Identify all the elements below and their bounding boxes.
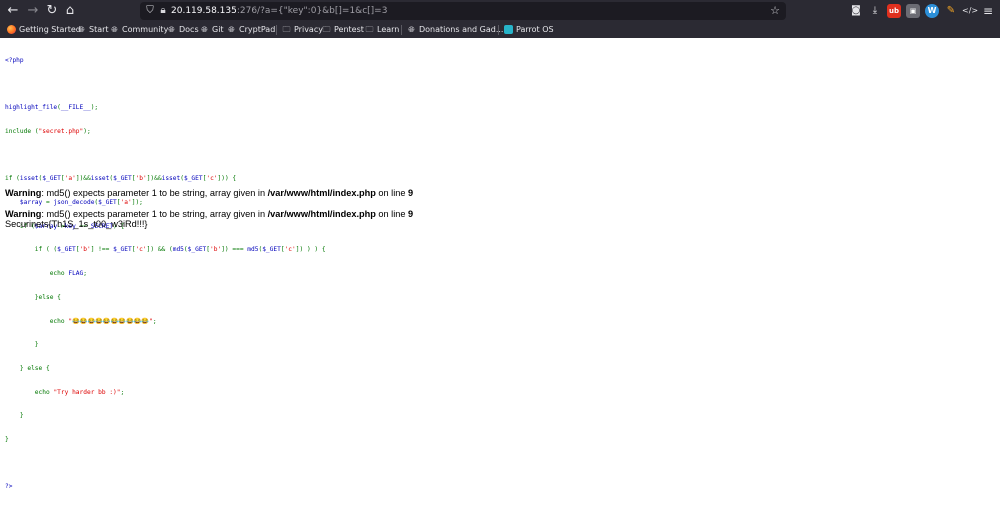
bookmark-label: Getting Started — [19, 25, 81, 34]
bookmark-cryptpad[interactable]: 🌐︎ CryptPad — [227, 22, 275, 37]
code-line: } — [5, 341, 39, 349]
globe-icon: 🌐︎ — [408, 25, 415, 34]
bookmark-label: Pentest — [334, 25, 364, 34]
php-source-code: <?php highlight_file(__FILE__); include … — [5, 41, 326, 507]
warning-line-number: 9 — [408, 209, 414, 219]
php-warning-1: Warning: md5() expects parameter 1 to be… — [5, 188, 413, 199]
code-line: ?> — [5, 483, 13, 491]
address-bar[interactable]: ⛉ 🔒︎ 20.119.58.135:276/?a={"key":0}&b[]=… — [140, 2, 786, 20]
warning-on-line: on line — [375, 209, 409, 219]
pocket-icon[interactable]: ◙ — [849, 4, 863, 18]
hamburger-menu-icon[interactable]: ≡ — [981, 4, 995, 18]
bookmark-label: Start — [89, 25, 109, 34]
browser-chrome: ← → ↻ ⌂ ⛉ 🔒︎ 20.119.58.135:276/?a={"key"… — [0, 0, 1000, 38]
edit-extension-icon[interactable]: ✎ — [944, 4, 958, 18]
warning-message: : md5() expects parameter 1 to be string… — [41, 209, 268, 219]
bookmark-git[interactable]: 🌐︎ Git — [200, 22, 224, 37]
globe-icon: 🌐︎ — [78, 25, 85, 34]
wappalyzer-extension-icon[interactable]: W — [925, 4, 939, 18]
folder-icon: 🗀︎ — [322, 25, 331, 34]
code-line: } else { — [5, 364, 50, 372]
warning-label: Warning — [5, 209, 42, 219]
code-line: echo "Try harder bb :)"; — [5, 388, 125, 396]
bookmark-separator — [498, 25, 499, 35]
bookmark-label: Parrot OS — [516, 25, 554, 34]
bookmark-getting-started[interactable]: Getting Started — [7, 22, 81, 37]
bookmark-label: Privacy — [294, 25, 323, 34]
download-icon[interactable]: ⤓ — [868, 4, 882, 18]
bookmark-folder-pentest[interactable]: 🗀︎ Pentest — [322, 22, 364, 37]
ublock-extension-icon[interactable]: ub — [887, 4, 901, 18]
bookmark-folder-learn[interactable]: 🗀︎ Learn — [365, 22, 400, 37]
globe-icon: 🌐︎ — [201, 25, 208, 34]
folder-icon: 🗀︎ — [365, 25, 374, 34]
code-line: <?php — [5, 56, 24, 64]
warning-line-number: 9 — [408, 188, 414, 198]
warning-label: Warning — [5, 188, 42, 198]
warning-message: : md5() expects parameter 1 to be string… — [41, 188, 268, 198]
code-line: include ("secret.php"); — [5, 127, 91, 135]
bookmark-separator — [401, 25, 402, 35]
flag-output: Securinets{Th1S_1s_t00_w3iRd!!!} — [5, 219, 148, 230]
bookmark-separator — [276, 25, 277, 35]
page-content: <?php highlight_file(__FILE__); include … — [0, 38, 1000, 511]
devtools-icon[interactable]: </> — [962, 4, 978, 18]
code-line: } — [5, 436, 9, 444]
bookmark-label: Git — [212, 25, 224, 34]
code-line: highlight_file(__FILE__); — [5, 104, 99, 112]
code-line: if (isset($_GET['a'])&&isset($_GET['b'])… — [5, 175, 237, 183]
forward-arrow-icon[interactable]: → — [25, 3, 41, 19]
code-line: $array = json_decode($_GET['a']); — [5, 199, 143, 207]
warning-file-path: /var/www/html/index.php — [267, 209, 376, 219]
bookmark-label: Donations and Gad... — [419, 25, 504, 34]
bookmark-label: Community — [122, 25, 169, 34]
bookmark-folder-privacy[interactable]: 🗀︎ Privacy — [282, 22, 323, 37]
globe-icon: 🌐︎ — [168, 25, 175, 34]
bookmarks-toolbar: Getting Started 🌐︎ Start 🌐︎ Community 🌐︎… — [0, 22, 1000, 37]
lock-icon[interactable]: 🔒︎ — [156, 4, 170, 18]
code-line: if ( ($_GET['b'] !== $_GET['c']) && (md5… — [5, 246, 326, 254]
code-line: echo FLAG; — [5, 270, 87, 278]
bookmark-label: CryptPad — [239, 25, 276, 34]
firefox-icon — [7, 25, 16, 34]
navigation-toolbar: ← → ↻ ⌂ ⛉ 🔒︎ 20.119.58.135:276/?a={"key"… — [0, 0, 1000, 22]
folder-icon: 🗀︎ — [282, 25, 291, 34]
bookmark-docs[interactable]: 🌐︎ Docs — [167, 22, 199, 37]
flag-text: Securinets{Th1S_1s_t00_w3iRd!!!} — [5, 219, 148, 229]
reload-icon[interactable]: ↻ — [44, 3, 60, 19]
parrot-icon — [504, 25, 513, 34]
container-extension-icon[interactable]: ▣ — [906, 4, 920, 18]
bookmark-donations[interactable]: 🌐︎ Donations and Gad... — [407, 22, 503, 37]
shield-icon[interactable]: ⛉ — [143, 4, 157, 18]
url-text[interactable]: 20.119.58.135:276/?a={"key":0}&b[]=1&c[]… — [171, 4, 387, 18]
back-arrow-icon[interactable]: ← — [5, 3, 21, 19]
globe-icon: 🌐︎ — [228, 25, 235, 34]
globe-icon: 🌐︎ — [111, 25, 118, 34]
bookmark-start[interactable]: 🌐︎ Start — [77, 22, 109, 37]
url-host: 20.119.58.135 — [171, 6, 237, 16]
bookmark-community[interactable]: 🌐︎ Community — [110, 22, 168, 37]
code-line: }else { — [5, 293, 61, 301]
code-line: echo "😂😂😂😂😂😂😂😂😂😂"; — [5, 317, 157, 325]
bookmark-label: Docs — [179, 25, 199, 34]
warning-on-line: on line — [375, 188, 409, 198]
url-path: :276/?a={"key":0}&b[]=1&c[]=3 — [236, 6, 388, 16]
code-line: } — [5, 412, 24, 420]
bookmark-star-icon[interactable]: ☆ — [768, 4, 782, 18]
bookmark-parrot-os[interactable]: Parrot OS — [504, 22, 554, 37]
home-icon[interactable]: ⌂ — [62, 3, 78, 19]
warning-file-path: /var/www/html/index.php — [267, 188, 376, 198]
bookmark-label: Learn — [377, 25, 400, 34]
